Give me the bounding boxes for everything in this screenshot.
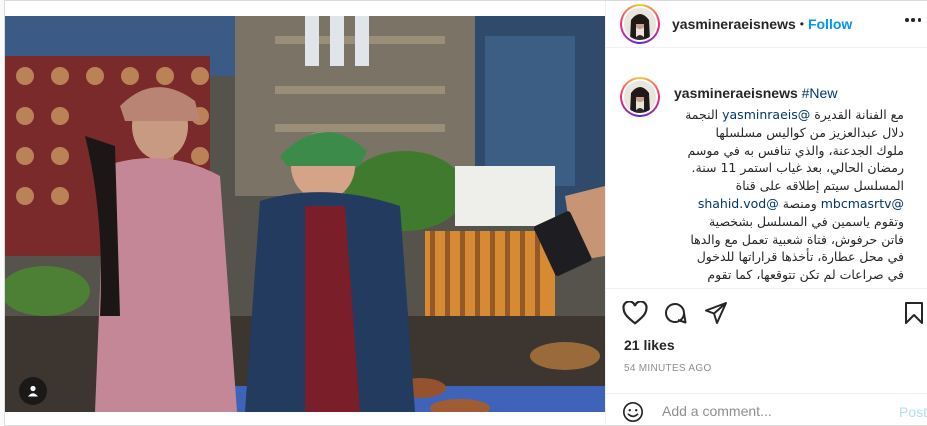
tag-user-button[interactable] (19, 377, 47, 405)
caption-line: وتقوم ياسمين في المسلسل بشخصية (708, 213, 904, 229)
caption-text: مع الفنانة القديرة @yasminraeis النجمة د… (614, 106, 904, 284)
caption-line: @mbcmasrtv ومنصة @shahid.vod (697, 195, 904, 211)
user-tag-icon (28, 385, 38, 397)
avatar-image (624, 8, 656, 40)
caption-line: المسلسل سيتم إطلاقه على قناة (735, 178, 904, 194)
like-count[interactable]: 21 likes (624, 337, 675, 353)
post-header: yasmineraeisnews • Follow (606, 1, 927, 48)
avatar[interactable] (620, 4, 660, 44)
bookmark-icon[interactable] (903, 301, 925, 325)
post-side-panel: yasmineraeisnews • Follow yasmineraeisne… (605, 1, 927, 425)
follow-button[interactable]: Follow (808, 16, 852, 32)
caption-line: في محل عطارة، تأخذها قراراتها للدخول (696, 249, 904, 265)
comment-bar: Post (606, 393, 927, 425)
caption-header: yasmineraeisnews #New (674, 85, 837, 101)
heart-icon[interactable] (622, 301, 648, 325)
caption-line: فاتن حرفوش، فتاة شعبية تعمل مع والدها (690, 231, 904, 247)
caption-line: رمضان الحالي، بعد غياب استمر 11 سنة. (691, 160, 904, 176)
caption-hashtag[interactable]: #New (802, 85, 838, 101)
instagram-post: yasmineraeisnews • Follow yasmineraeisne… (4, 0, 927, 426)
caption-line: في صراعات لم تكن تتوقعها، كما تقوم (707, 267, 904, 283)
mention-link[interactable]: @yasminraeis (722, 107, 810, 122)
paper-plane-icon[interactable] (703, 301, 729, 325)
more-horizontal-icon[interactable] (905, 18, 921, 26)
comment-input[interactable] (662, 401, 862, 421)
action-bar (606, 297, 927, 333)
smiley-icon[interactable] (622, 401, 644, 423)
post-comment-button[interactable]: Post (899, 404, 927, 420)
mention-link[interactable]: @mbcmasrtv (821, 196, 904, 211)
caption-username[interactable]: yasmineraeisnews (674, 85, 798, 101)
header-username[interactable]: yasmineraeisnews (672, 16, 796, 32)
header-separator: • (799, 17, 804, 31)
mention-link[interactable]: @shahid.vod (698, 196, 779, 211)
caption-line: ملوك الجدعنة، والذي تنافس به في موسم (687, 142, 904, 158)
caption-line: مع الفنانة القديرة @yasminraeis النجمة (685, 107, 904, 122)
post-photo[interactable] (5, 16, 605, 412)
caption-line: دلال عبدالعزيز من كواليس مسلسلها (715, 124, 904, 140)
post-timestamp[interactable]: 54 MINUTES AGO (624, 363, 712, 374)
scene-illustration (5, 16, 605, 412)
caption-area: yasmineraeisnews #New مع الفنانة القديرة… (606, 49, 927, 289)
comment-icon[interactable] (662, 301, 688, 325)
